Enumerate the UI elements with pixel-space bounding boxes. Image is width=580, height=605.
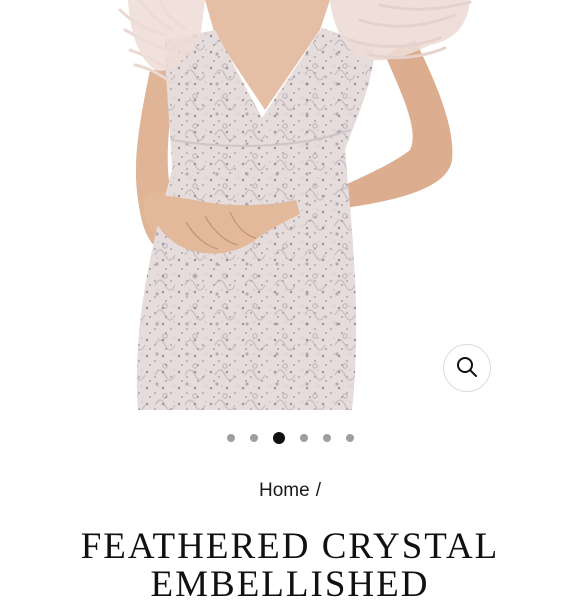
gallery-dot-active[interactable] [272, 432, 285, 444]
gallery-pagination [0, 428, 580, 448]
breadcrumb-home-link[interactable]: Home [259, 480, 310, 501]
breadcrumb: Home / [0, 480, 580, 502]
gallery-dot[interactable] [226, 434, 235, 442]
zoom-button[interactable] [443, 344, 491, 392]
gallery-dot[interactable] [249, 434, 258, 442]
breadcrumb-separator: / [315, 480, 321, 501]
gallery-dot[interactable] [299, 434, 308, 442]
product-title: FEATHERED CRYSTAL EMBELLISHED [0, 528, 580, 604]
product-title-line-2: EMBELLISHED [150, 564, 430, 605]
product-title-line-1: FEATHERED CRYSTAL [80, 526, 500, 567]
gallery-dot[interactable] [345, 434, 354, 442]
product-image-gallery[interactable] [0, 0, 580, 425]
product-photo[interactable] [0, 0, 580, 425]
gallery-dot[interactable] [322, 434, 331, 442]
search-icon [455, 355, 479, 382]
